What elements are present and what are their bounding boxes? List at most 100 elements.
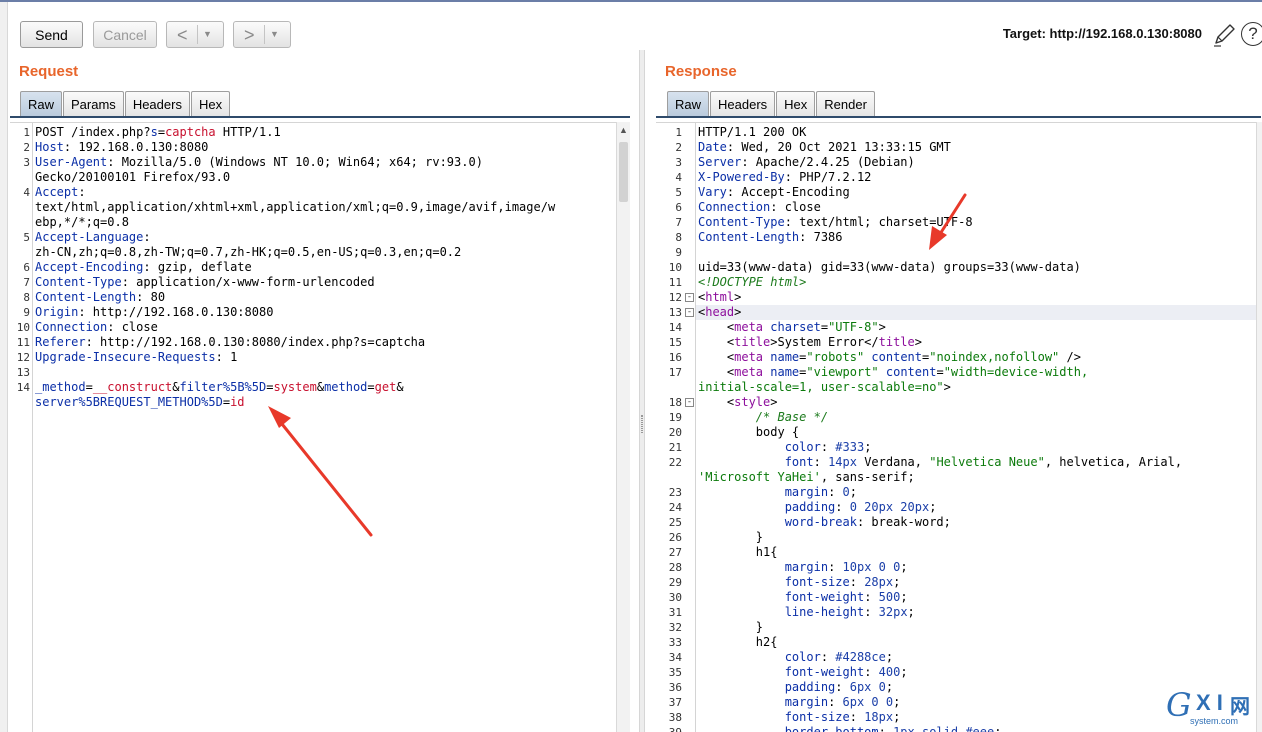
forward-button[interactable]: > ▼ [233, 21, 291, 48]
code-line: line-height: 32px; [698, 605, 915, 620]
code-token: : [813, 455, 829, 469]
code-token: : close [770, 200, 821, 214]
code-token: content [885, 365, 937, 379]
send-button[interactable]: Send [20, 21, 83, 48]
code-token: 6px 0 [849, 680, 886, 694]
code-line: <title>System Error</title> [698, 335, 922, 350]
code-token: border-bottom [784, 725, 879, 732]
code-token: Connection [698, 200, 771, 214]
tab-render[interactable]: Render [816, 91, 875, 117]
code-token: : break-word; [856, 515, 951, 529]
code-token: > [943, 380, 951, 394]
line-number: 5 [23, 231, 30, 244]
code-token: 32px [878, 605, 908, 619]
code-token: Date [698, 140, 727, 154]
line-number: 18 [668, 396, 682, 409]
tab-headers[interactable]: Headers [124, 91, 190, 117]
code-token: & [396, 380, 404, 394]
code-token: head [705, 305, 735, 319]
scroll-up-icon[interactable]: ▲ [619, 125, 628, 135]
code-line: <html> [698, 290, 741, 305]
code-token: : [864, 605, 879, 619]
scroll-thumb[interactable] [619, 142, 628, 202]
code-line: HTTP/1.1 200 OK [698, 125, 806, 140]
code-line: Date: Wed, 20 Oct 2021 13:33:15 GMT [698, 140, 951, 155]
code-token: : http://192.168.0.130:8080/index.php?s=… [85, 335, 426, 349]
back-dropdown-icon[interactable]: ▼ [203, 29, 212, 39]
request-editor[interactable]: 1 POST /index.php?s=captcha HTTP/1.1 2 Host… [10, 122, 616, 732]
line-number: 7 [675, 216, 682, 229]
line-number: 37 [668, 696, 682, 709]
line-number: 32 [668, 621, 682, 634]
tab-hex[interactable]: Hex [190, 91, 231, 117]
line-number: 23 [668, 486, 682, 499]
divider-grip[interactable] [641, 415, 643, 433]
code-line: initial-scale=1, user-scalable=no"> [698, 380, 951, 395]
response-tab-rule [656, 116, 1261, 118]
code-token: = [367, 380, 375, 394]
code-token: 28px [864, 575, 894, 589]
code-token: font-weight [784, 665, 865, 679]
tab-headers[interactable]: Headers [710, 91, 776, 117]
line-number: 36 [668, 681, 682, 694]
code-line: Accept-Encoding: gzip, deflate [35, 260, 252, 275]
code-token: ; [994, 725, 1002, 732]
button-separator [197, 25, 198, 44]
code-line: X-Powered-By: PHP/7.2.12 [698, 170, 871, 185]
code-token: Content-Type [698, 215, 785, 229]
line-number: 29 [668, 576, 682, 589]
line-number: 27 [668, 546, 682, 559]
split-pane-divider[interactable] [639, 50, 645, 732]
code-token: word-break [784, 515, 857, 529]
code-token: & [316, 380, 325, 394]
code-line: Content-Length: 80 [35, 290, 165, 305]
response-scrollbar[interactable] [1256, 122, 1262, 732]
code-token: filter%5B%5D [179, 380, 267, 394]
code-token: : [78, 185, 86, 199]
code-token: server%5BREQUEST_METHOD%5D [35, 395, 223, 409]
code-token: text/html,application/xhtml+xml,applicat… [35, 200, 556, 214]
code-token: "viewport" [806, 365, 879, 379]
line-number: 24 [668, 501, 682, 514]
code-token: : [143, 230, 151, 244]
fold-toggle-icon[interactable]: - [685, 308, 694, 317]
code-token: : [828, 695, 843, 709]
code-token: ; [900, 665, 908, 679]
line-number: 12 [16, 351, 30, 364]
code-line: h1{ [698, 545, 778, 560]
tab-params[interactable]: Params [63, 91, 124, 117]
line-number: 3 [675, 156, 682, 169]
code-token: Vary [698, 185, 727, 199]
tab-raw[interactable]: Raw [20, 91, 63, 117]
help-icon[interactable]: ? [1241, 22, 1262, 46]
code-token: : 1 [215, 350, 238, 364]
pencil-icon[interactable] [1212, 22, 1236, 48]
tab-hex[interactable]: Hex [776, 91, 816, 117]
code-line: Accept: [35, 185, 86, 200]
fold-toggle-icon[interactable]: - [685, 398, 694, 407]
cancel-button[interactable]: Cancel [93, 21, 157, 48]
code-token: /> [1059, 350, 1081, 364]
response-editor[interactable]: 1 HTTP/1.1 200 OK 2 Date: Wed, 20 Oct 2021 … [656, 122, 1256, 732]
line-number: 14 [16, 381, 30, 394]
tab-raw[interactable]: Raw [667, 91, 710, 117]
code-token: : [835, 500, 850, 514]
target-label: Target: http://192.168.0.130:8080 [1002, 26, 1202, 41]
code-line: margin: 6px 0 0; [698, 695, 901, 710]
request-scrollbar[interactable]: ▲ [616, 122, 630, 732]
code-token: h1{ [698, 545, 778, 559]
code-token: : [820, 650, 836, 664]
line-number: 4 [23, 186, 30, 199]
code-line: Content-Type: application/x-www-form-url… [35, 275, 375, 290]
code-token: : PHP/7.2.12 [784, 170, 872, 184]
code-token: margin [784, 560, 829, 574]
code-token: : Wed, 20 Oct 2021 13:33:15 GMT [726, 140, 951, 154]
forward-dropdown-icon[interactable]: ▼ [270, 29, 279, 39]
back-button[interactable]: < ▼ [166, 21, 224, 48]
code-token: initial-scale=1, user-scalable=no" [698, 380, 944, 394]
window-top-border [0, 0, 1262, 2]
code-token: h2{ [698, 635, 778, 649]
fold-toggle-icon[interactable]: - [685, 293, 694, 302]
